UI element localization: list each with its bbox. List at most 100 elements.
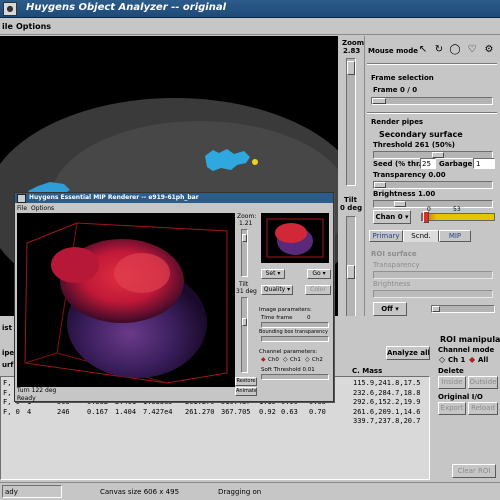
transparency-slider[interactable] [373,181,493,189]
mip-zoom-value: 1.21 [239,220,253,227]
rotate-icon[interactable]: ↻ [432,44,446,58]
mip-radio-ch1[interactable]: ◇ [283,356,288,363]
mip-tilt-thumb[interactable] [242,318,247,326]
mip-menu-options[interactable]: Options [31,205,54,212]
mip-quality-button[interactable]: Quality ▾ [261,285,293,295]
frame-selection-title: Frame selection [371,74,434,82]
mip-tilt-label: Tilt [239,281,249,288]
roi-transparency-slider[interactable] [373,271,493,279]
roi-brightness-slider[interactable] [373,290,493,298]
mip-color-label: Color [310,286,326,293]
tab-scnd[interactable]: Scnd. [403,230,439,242]
mip-turn-label: Turn [17,387,30,394]
seed-input[interactable]: 25 [420,158,436,169]
analyze-all-button[interactable]: Analyze all [386,346,430,360]
table-cell: 7.427e4 [143,407,173,416]
radio-ch1[interactable]: ◇ [439,355,445,364]
mip-ch1-label: Ch1 [290,357,301,363]
roi-color-thumb[interactable] [432,306,440,312]
lasso-icon[interactable]: ◯ [448,44,462,58]
secondary-surface-title: Secondary surface [379,130,463,139]
mip-set-button[interactable]: Set ▾ [261,269,285,279]
channel-select[interactable]: Chan 0 ▾ [373,210,411,224]
table-row[interactable]: F, 0 4 246 0.167 1.404 7.427e4 261.270 367.705 0… [1,408,429,418]
mip-animate-button[interactable]: Animate [235,387,257,396]
channel-range-bar[interactable] [421,213,495,221]
garbage-input[interactable]: 1 [473,158,495,169]
mip-turn-number: 122 deg [31,387,57,394]
mip-threshold-slider[interactable] [261,374,329,380]
roi-color-slider[interactable] [431,305,495,313]
mip-title: Huygens Essential MIP Renderer -- e919-6… [29,194,199,201]
clear-roi-button[interactable]: Clear ROI [452,464,496,478]
mip-window-icon[interactable] [17,194,26,203]
table-cell: 261.6,209.1,14.6 [353,407,421,416]
mip-zoom-thumb[interactable] [242,234,247,242]
window-icon[interactable]: ● [3,2,17,16]
ch1-label: Ch 1 [448,356,466,364]
roi-manipulation-panel: ROI manipulation Channel mode ◇ Ch 1 ◆ A… [432,316,500,482]
table-row[interactable]: 339.7,237.8,20.7 [1,417,429,427]
brightness-slider-thumb[interactable] [394,201,406,207]
tab-mip[interactable]: MIP [439,230,471,242]
main-title-bar[interactable]: ● Huygens Object Analyzer -- original [0,0,500,18]
mip-time-frame-label: Time frame [261,315,293,321]
gear-icon[interactable]: ⚙ [482,44,496,58]
threshold-value: Threshold 261 (50%) [373,141,455,149]
window-title: Huygens Object Analyzer -- original [26,2,227,13]
mip-time-slider[interactable] [261,322,329,328]
seed-label: Seed (% thr.) [373,160,425,168]
mip-tilt-slider[interactable] [241,297,248,373]
mip-window[interactable]: Huygens Essential MIP Renderer -- e919-6… [14,192,334,402]
shield-icon[interactable]: ♡ [465,44,479,58]
tilt-label: Tilt [344,196,357,204]
transparency-value: Transparency 0.00 [373,171,446,179]
reload-button[interactable]: Reload [468,402,498,415]
mip-canvas[interactable] [17,213,235,387]
radio-all[interactable]: ◆ [469,355,475,364]
menu-bar: ile Options [0,18,500,35]
table-cell: 115.9,241.8,17.5 [353,379,421,387]
mip-restore-button[interactable]: Restore [235,377,257,386]
frame-slider[interactable] [371,97,493,105]
tab-primary[interactable]: Primary [369,230,403,242]
status-mode: Dragging on [218,488,262,496]
range-high: 53 [453,206,461,213]
menu-options[interactable]: Options [16,22,51,31]
channel-select-label: Chan 0 [375,213,403,221]
table-cell: 367.705 [221,407,251,416]
camera-strip: Zoom 2.83 Tilt 0 deg [338,36,364,336]
roi-brightness-label: Brightness [373,280,411,288]
range-low-thumb[interactable] [423,211,429,223]
tab-mip-label: MIP [448,232,462,240]
tab-scnd-label: Scnd. [411,232,431,240]
tilt-slider-thumb[interactable] [347,265,355,279]
roi-off-select[interactable]: Off ▾ [373,302,407,316]
mip-bbox-slider[interactable] [261,336,329,342]
brightness-slider[interactable] [373,200,493,208]
delete-label: Delete [438,367,464,375]
frame-slider-thumb[interactable] [372,98,386,104]
mip-radio-ch2[interactable]: ◇ [305,356,310,363]
frame-value: Frame 0 / 0 [373,86,418,94]
transparency-slider-thumb[interactable] [374,182,386,188]
pointer-icon[interactable]: ↖ [417,44,429,58]
tilt-slider[interactable] [346,216,356,328]
inside-button[interactable]: Inside [438,376,466,389]
mip-radio-ch0[interactable]: ◆ [261,356,266,363]
menu-file[interactable]: ile [2,22,13,31]
zoom-slider-thumb[interactable] [347,61,355,75]
mip-go-button[interactable]: Go ▾ [307,269,331,279]
mip-zoom-slider[interactable] [241,229,248,277]
zoom-slider[interactable] [346,58,356,186]
mip-go-label: Go [312,270,321,277]
outside-label: Outside [469,378,497,386]
mip-title-bar[interactable]: Huygens Essential MIP Renderer -- e919-6… [15,193,333,203]
outside-button[interactable]: Outside [468,376,498,389]
mip-menu-file[interactable]: File [17,205,27,212]
table-cell: 0.63 [281,407,298,416]
export-button[interactable]: Export [438,402,466,415]
status-canvas-size: Canvas size 606 x 495 [100,488,180,496]
zoom-value: 2.83 [343,47,361,55]
mip-color-button[interactable]: Color [305,285,331,295]
